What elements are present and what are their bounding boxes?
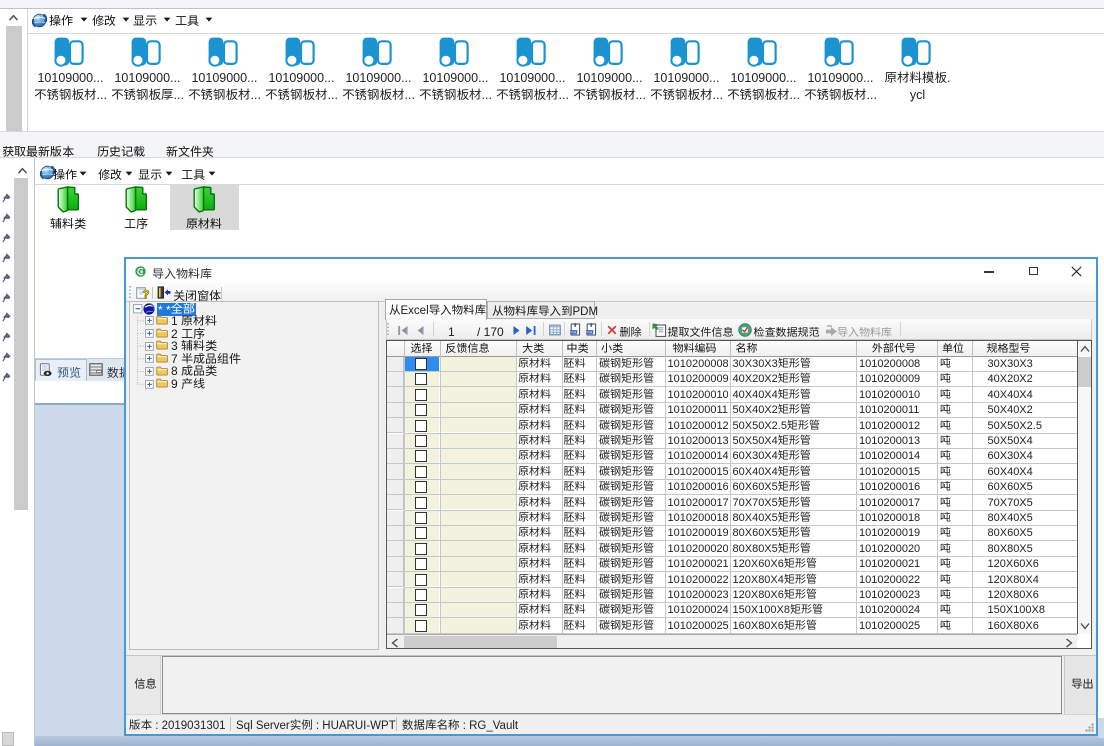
svg-text:XML: XML bbox=[570, 329, 579, 334]
svg-text:?: ? bbox=[142, 287, 149, 300]
svg-text:XML: XML bbox=[585, 329, 594, 334]
